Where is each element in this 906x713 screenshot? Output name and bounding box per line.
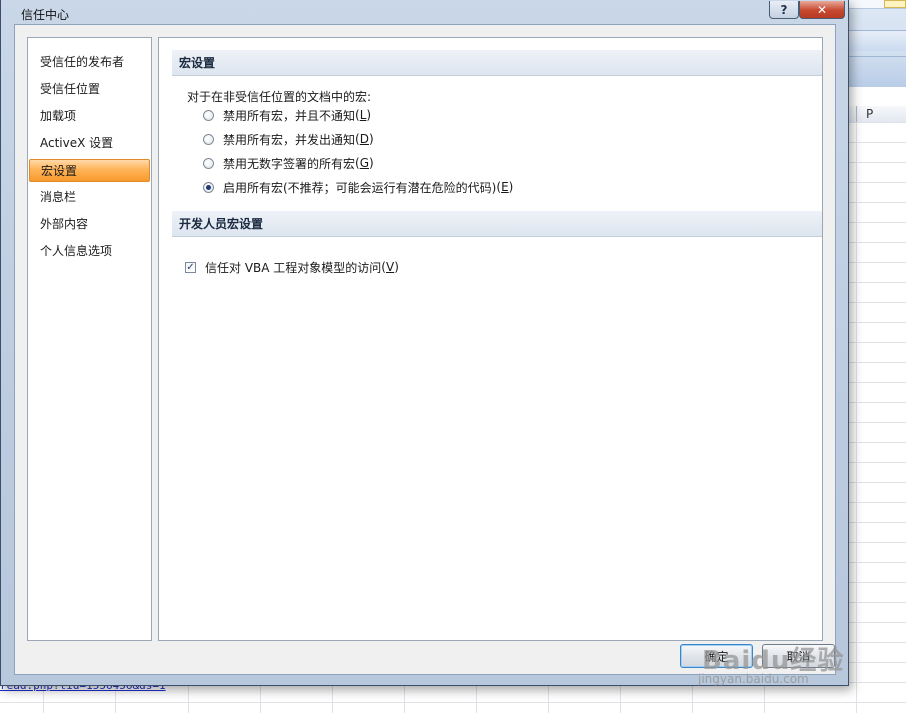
radio-label: 禁用所有宏，并且不通知 <box>223 108 356 123</box>
access-key: V <box>385 260 395 274</box>
close-button[interactable]: ✕ <box>799 1 845 19</box>
checkbox-checked-icon[interactable]: ✓ <box>185 261 196 273</box>
nav-item-macro-settings[interactable]: 宏设置 <box>29 159 150 182</box>
radio-label: 禁用无数字签署的所有宏 <box>223 156 356 171</box>
developer-macro-settings-header: 开发人员宏设置 <box>172 211 822 237</box>
column-header-p[interactable]: P <box>866 107 873 121</box>
radio-disable-unsigned[interactable]: 禁用无数字签署的所有宏 (G) <box>203 154 374 172</box>
access-key: E <box>501 180 509 194</box>
dialog-client-area: 受信任的发布者 受信任位置 加载项 ActiveX 设置 宏设置 消息栏 外部内… <box>14 24 836 675</box>
radio-label: 启用所有宏(不推荐；可能会运行有潜在危险的代码) <box>223 180 497 195</box>
macro-settings-header: 宏设置 <box>172 50 822 76</box>
background-corner-cell <box>884 0 906 8</box>
radio-disable-with-notify[interactable]: 禁用所有宏，并发出通知 (D) <box>203 130 374 148</box>
radio-label: 禁用所有宏，并发出通知 <box>223 132 356 147</box>
cancel-button[interactable]: 取消 <box>762 644 835 668</box>
category-nav: 受信任的发布者 受信任位置 加载项 ActiveX 设置 宏设置 消息栏 外部内… <box>27 37 152 641</box>
macro-intro-text: 对于在非受信任位置的文档中的宏: <box>187 90 372 104</box>
dialog-titlebar[interactable]: 信任中心 ? ✕ <box>1 0 848 24</box>
radio-button-selected-icon[interactable] <box>203 181 214 193</box>
radio-button-icon[interactable] <box>203 133 214 145</box>
dialog-title: 信任中心 <box>21 8 70 22</box>
ribbon-strip <box>840 30 906 51</box>
nav-item-add-ins[interactable]: 加载项 <box>29 105 150 128</box>
column-separator <box>856 106 857 122</box>
grid-column-line <box>856 122 857 713</box>
settings-content-panel: 宏设置 对于在非受信任位置的文档中的宏: 禁用所有宏，并且不通知 (L) 禁用所… <box>158 37 823 641</box>
ok-button[interactable]: 确定 <box>680 644 753 668</box>
access-key: G <box>359 156 370 170</box>
nav-item-trusted-locations[interactable]: 受信任位置 <box>29 78 150 101</box>
ribbon-strip <box>840 56 906 87</box>
checkbox-label: 信任对 VBA 工程对象模型的访问 <box>205 260 382 275</box>
nav-item-external-content[interactable]: 外部内容 <box>29 213 150 236</box>
radio-button-icon[interactable] <box>203 157 214 169</box>
ok-button-label: 确定 <box>704 649 729 664</box>
access-key: L <box>359 108 367 122</box>
nav-item-message-bar[interactable]: 消息栏 <box>29 186 150 209</box>
help-button[interactable]: ? <box>769 1 799 19</box>
radio-disable-no-notify[interactable]: 禁用所有宏，并且不通知 (L) <box>203 106 371 124</box>
radio-enable-all[interactable]: 启用所有宏(不推荐；可能会运行有潜在危险的代码) (E) <box>203 178 513 196</box>
access-key: D <box>359 132 369 146</box>
nav-item-privacy-options[interactable]: 个人信息选项 <box>29 240 150 263</box>
cancel-button-label: 取消 <box>786 649 811 664</box>
trust-vba-access-checkbox[interactable]: ✓ 信任对 VBA 工程对象模型的访问 (V) <box>185 258 399 276</box>
radio-button-icon[interactable] <box>203 109 214 121</box>
help-icon: ? <box>780 2 788 17</box>
nav-item-trusted-publishers[interactable]: 受信任的发布者 <box>29 51 150 74</box>
close-icon: ✕ <box>816 2 828 17</box>
trust-center-dialog: 信任中心 ? ✕ 受信任的发布者 受信任位置 加载项 ActiveX 设置 宏设… <box>0 0 849 686</box>
nav-item-activex-settings[interactable]: ActiveX 设置 <box>29 132 150 155</box>
